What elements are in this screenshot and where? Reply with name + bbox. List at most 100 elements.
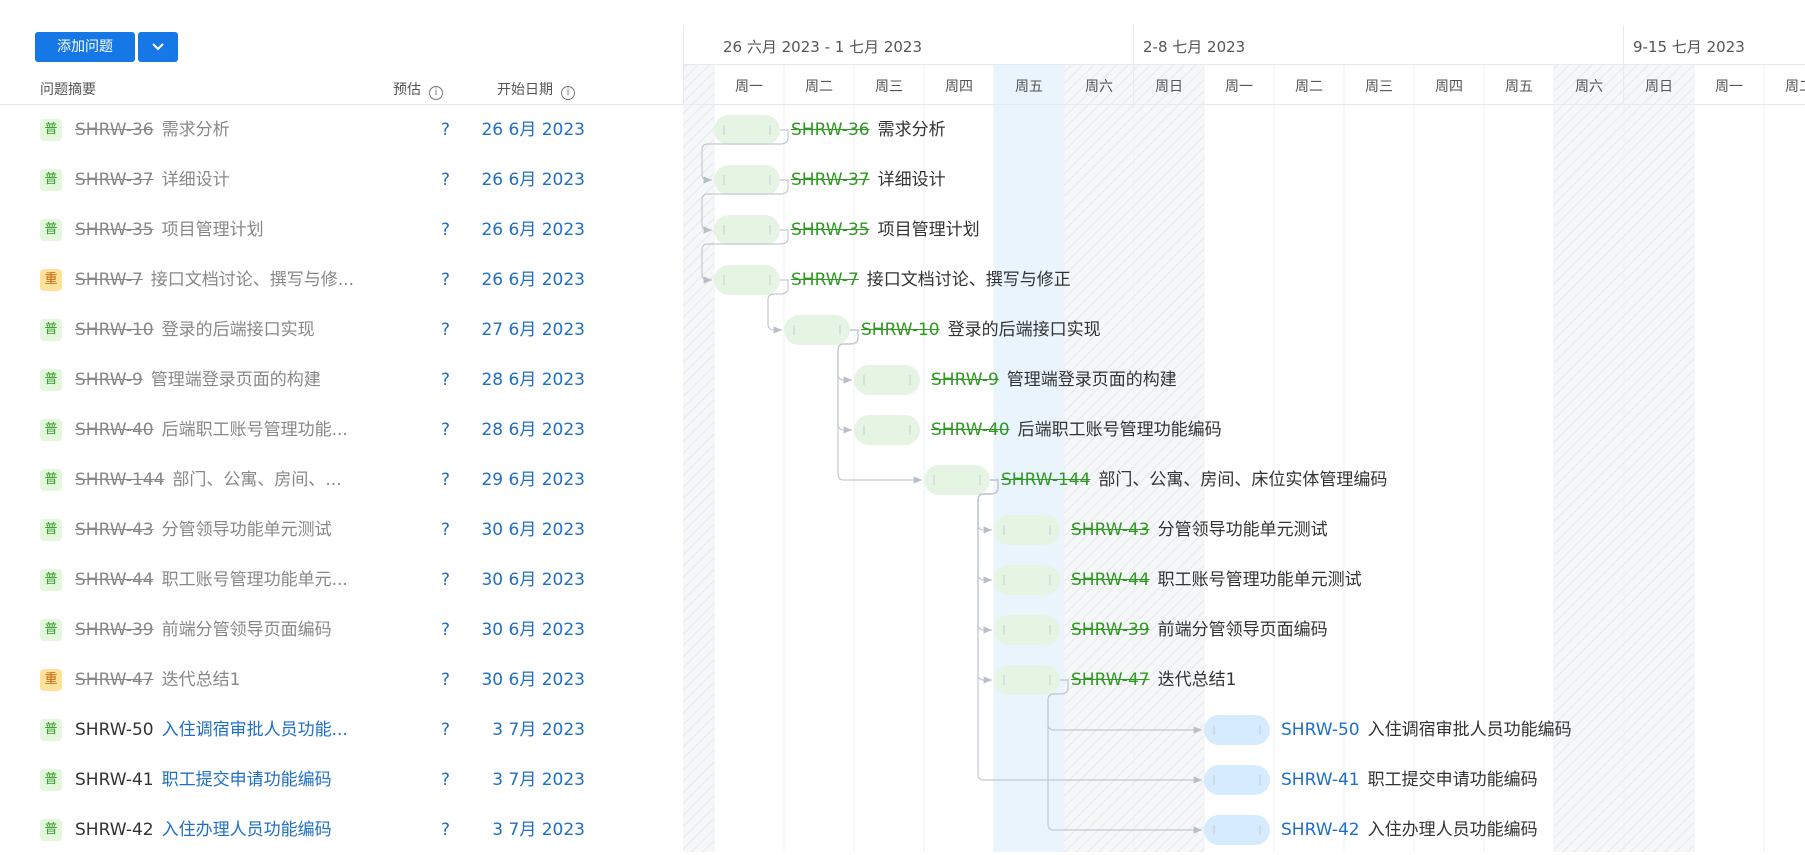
gantt-issue-key: SHRW-41 [1281, 770, 1360, 790]
gantt-bar-label[interactable]: SHRW-40 后端职工账号管理功能编码 [931, 419, 1222, 441]
gantt-bar-label[interactable]: SHRW-42 入住办理人员功能编码 [1281, 819, 1538, 841]
gantt-bar-label[interactable]: SHRW-50 入住调宿审批人员功能编码 [1281, 719, 1572, 741]
start-date-value[interactable]: 3 7月 2023 [400, 769, 585, 791]
priority-badge: 普 [40, 369, 62, 391]
issue-title[interactable]: 迭代总结1 [162, 669, 241, 691]
gantt-bar-label[interactable]: SHRW-47 迭代总结1 [1071, 669, 1236, 691]
table-row[interactable]: 普 SHRW-44 职工账号管理功能单元...? 30 6月 2023 [0, 555, 683, 605]
gantt-bar-label[interactable]: SHRW-43 分管领导功能单元测试 [1071, 519, 1328, 541]
issue-title[interactable]: 前端分管领导页面编码 [162, 619, 332, 641]
add-issue-button[interactable]: 添加问题 [35, 32, 135, 62]
issue-summary[interactable]: SHRW-7 接口文档讨论、撰写与修... [75, 269, 354, 291]
priority-badge: 重 [40, 669, 62, 691]
issue-title[interactable]: 职工账号管理功能单元... [162, 569, 348, 591]
add-issue-dropdown-button[interactable] [138, 32, 178, 62]
start-date-value[interactable]: 30 6月 2023 [400, 569, 585, 591]
issue-summary[interactable]: SHRW-36 需求分析 [75, 119, 230, 141]
start-date-value[interactable]: 27 6月 2023 [400, 319, 585, 341]
gantt-bar-label[interactable]: SHRW-39 前端分管领导页面编码 [1071, 619, 1328, 641]
table-row[interactable]: 普 SHRW-41 职工提交申请功能编码? 3 7月 2023 [0, 755, 683, 805]
issue-key: SHRW-43 [75, 520, 154, 540]
table-row[interactable]: 普 SHRW-43 分管领导功能单元测试? 30 6月 2023 [0, 505, 683, 555]
issue-summary[interactable]: SHRW-42 入住办理人员功能编码 [75, 819, 332, 841]
issue-title[interactable]: 入住办理人员功能编码 [162, 820, 332, 840]
issue-title[interactable]: 管理端登录页面的构建 [151, 369, 321, 391]
start-date-value[interactable]: 28 6月 2023 [400, 419, 585, 441]
start-date-value[interactable]: 3 7月 2023 [400, 819, 585, 841]
gantt-bar-label[interactable]: SHRW-144 部门、公寓、房间、床位实体管理编码 [1001, 469, 1387, 491]
column-header-summary[interactable]: 问题摘要 [40, 79, 96, 99]
start-date-value[interactable]: 26 6月 2023 [400, 269, 585, 291]
issue-summary[interactable]: SHRW-10 登录的后端接口实现 [75, 319, 315, 341]
issue-summary[interactable]: SHRW-40 后端职工账号管理功能... [75, 419, 348, 441]
issue-title[interactable]: 项目管理计划 [162, 219, 264, 241]
issue-title[interactable]: 后端职工账号管理功能... [162, 419, 348, 441]
table-row[interactable]: 重 SHRW-7 接口文档讨论、撰写与修...? 26 6月 2023 [0, 255, 683, 305]
table-row[interactable]: 普 SHRW-36 需求分析? 26 6月 2023 [0, 105, 683, 155]
start-date-value[interactable]: 26 6月 2023 [400, 219, 585, 241]
gantt-issue-key: SHRW-35 [791, 220, 870, 240]
table-row[interactable]: 普 SHRW-144 部门、公寓、房间、...? 29 6月 2023 [0, 455, 683, 505]
issue-summary[interactable]: SHRW-9 管理端登录页面的构建 [75, 369, 321, 391]
issue-title[interactable]: 入住调宿审批人员功能... [162, 720, 348, 740]
start-date-value[interactable]: 30 6月 2023 [400, 669, 585, 691]
gantt-bar-label[interactable]: SHRW-37 详细设计 [791, 169, 946, 191]
issue-summary[interactable]: SHRW-43 分管领导功能单元测试 [75, 519, 332, 541]
start-date-value[interactable]: 3 7月 2023 [400, 719, 585, 741]
priority-badge: 普 [40, 119, 62, 141]
table-row[interactable]: 普 SHRW-9 管理端登录页面的构建? 28 6月 2023 [0, 355, 683, 405]
gantt-issue-title: 入住办理人员功能编码 [1367, 820, 1538, 840]
table-row[interactable]: 普 SHRW-37 详细设计? 26 6月 2023 [0, 155, 683, 205]
table-row[interactable]: 普 SHRW-50 入住调宿审批人员功能...? 3 7月 2023 [0, 705, 683, 755]
issue-title[interactable]: 详细设计 [162, 169, 230, 191]
issue-title[interactable]: 职工提交申请功能编码 [162, 770, 332, 790]
gantt-bar-label[interactable]: SHRW-7 接口文档讨论、撰写与修正 [791, 269, 1071, 291]
priority-badge: 普 [40, 469, 62, 491]
issue-summary[interactable]: SHRW-144 部门、公寓、房间、... [75, 469, 342, 491]
info-icon[interactable]: i [561, 86, 575, 100]
start-date-value[interactable]: 28 6月 2023 [400, 369, 585, 391]
issue-summary[interactable]: SHRW-35 项目管理计划 [75, 219, 264, 241]
start-date-value[interactable]: 26 6月 2023 [400, 119, 585, 141]
gantt-bar-label[interactable]: SHRW-9 管理端登录页面的构建 [931, 369, 1177, 391]
gantt-issue-key: SHRW-7 [791, 270, 859, 290]
issue-title[interactable]: 接口文档讨论、撰写与修... [151, 269, 354, 291]
issue-summary[interactable]: SHRW-47 迭代总结1 [75, 669, 240, 691]
gantt-bar-label[interactable]: SHRW-36 需求分析 [791, 119, 946, 141]
gantt-bar-label[interactable]: SHRW-44 职工账号管理功能单元测试 [1071, 569, 1362, 591]
gantt-bar-label[interactable]: SHRW-35 项目管理计划 [791, 219, 980, 241]
issue-title[interactable]: 登录的后端接口实现 [162, 319, 315, 341]
issue-key: SHRW-35 [75, 220, 154, 240]
start-date-value[interactable]: 26 6月 2023 [400, 169, 585, 191]
table-row[interactable]: 普 SHRW-39 前端分管领导页面编码? 30 6月 2023 [0, 605, 683, 655]
issue-title[interactable]: 需求分析 [162, 119, 230, 141]
table-row[interactable]: 普 SHRW-40 后端职工账号管理功能...? 28 6月 2023 [0, 405, 683, 455]
issue-title[interactable]: 部门、公寓、房间、... [172, 469, 341, 491]
table-row[interactable]: 重 SHRW-47 迭代总结1? 30 6月 2023 [0, 655, 683, 705]
issue-summary[interactable]: SHRW-50 入住调宿审批人员功能... [75, 719, 348, 741]
start-date-value[interactable]: 29 6月 2023 [400, 469, 585, 491]
issue-key: SHRW-41 [75, 770, 154, 790]
issue-title[interactable]: 分管领导功能单元测试 [162, 519, 332, 541]
column-header-estimate[interactable]: 预估 i [393, 79, 443, 100]
table-row[interactable]: 普 SHRW-10 登录的后端接口实现? 27 6月 2023 [0, 305, 683, 355]
table-row[interactable]: 普 SHRW-42 入住办理人员功能编码? 3 7月 2023 [0, 805, 683, 855]
issue-summary[interactable]: SHRW-39 前端分管领导页面编码 [75, 619, 332, 641]
issue-summary[interactable]: SHRW-37 详细设计 [75, 169, 230, 191]
start-date-value[interactable]: 30 6月 2023 [400, 519, 585, 541]
day-label: 周四 [1435, 79, 1463, 95]
table-row[interactable]: 普 SHRW-35 项目管理计划? 26 6月 2023 [0, 205, 683, 255]
info-icon[interactable]: i [429, 86, 443, 100]
issue-summary[interactable]: SHRW-44 职工账号管理功能单元... [75, 569, 348, 591]
issue-summary[interactable]: SHRW-41 职工提交申请功能编码 [75, 769, 332, 791]
gantt-issue-key: SHRW-39 [1071, 620, 1150, 640]
issue-key: SHRW-47 [75, 670, 154, 690]
issue-key: SHRW-9 [75, 370, 143, 390]
gantt-bar-label[interactable]: SHRW-10 登录的后端接口实现 [861, 319, 1101, 341]
gantt-issue-title: 职工账号管理功能单元测试 [1157, 570, 1362, 590]
chevron-down-icon [152, 43, 164, 51]
column-header-start-date[interactable]: 开始日期 i [497, 79, 575, 100]
gantt-bar-label[interactable]: SHRW-41 职工提交申请功能编码 [1281, 769, 1538, 791]
issue-key: SHRW-144 [75, 470, 165, 490]
start-date-value[interactable]: 30 6月 2023 [400, 619, 585, 641]
